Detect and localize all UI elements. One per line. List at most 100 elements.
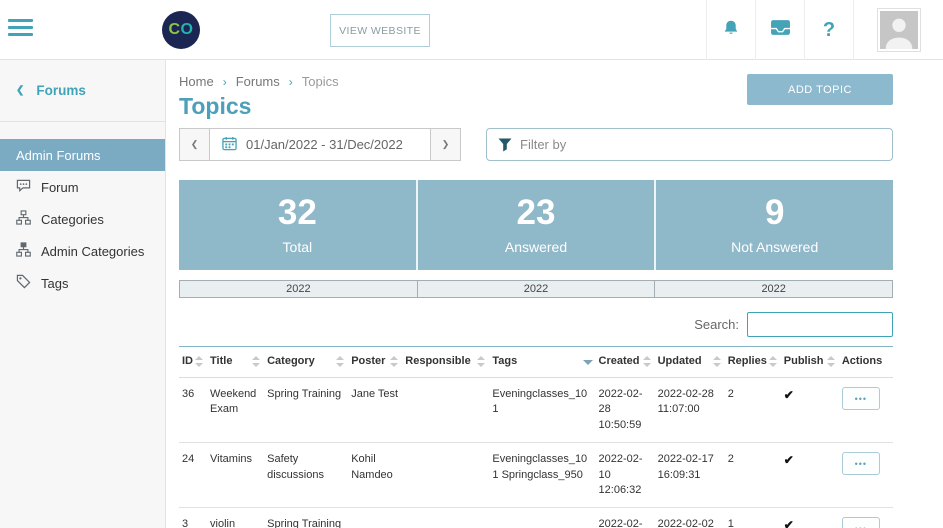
tags-icon <box>16 274 31 292</box>
sort-icon <box>477 356 486 367</box>
cell-poster: Jane Test <box>348 378 402 443</box>
inbox-icon <box>770 19 791 41</box>
sort-icon <box>252 356 261 367</box>
sort-icon <box>390 356 399 367</box>
stat-not-answered-label: Not Answered <box>731 239 818 255</box>
stat-not-answered: 9 Not Answered <box>654 180 893 270</box>
filter-input[interactable] <box>487 129 892 160</box>
column-header-id[interactable]: ID <box>179 347 207 378</box>
cell-tags <box>489 508 595 528</box>
logo-letter-c: C <box>168 21 180 39</box>
breadcrumb-home[interactable]: Home <box>179 74 214 89</box>
app-logo[interactable]: CO <box>162 11 200 49</box>
column-header-created[interactable]: Created <box>596 347 655 378</box>
date-prev-button[interactable]: ❮ <box>179 128 210 161</box>
help-icon: ? <box>823 19 835 42</box>
cell-created: 2022-02-02 11:35:18 <box>596 508 655 528</box>
sidebar-item-label: Admin Categories <box>41 244 144 259</box>
stat-answered-label: Answered <box>505 239 567 255</box>
breadcrumb-forums[interactable]: Forums <box>236 74 280 89</box>
date-range-display[interactable]: 01/Jan/2022 - 31/Dec/2022 <box>210 128 430 161</box>
column-header-replies[interactable]: Replies <box>725 347 781 378</box>
column-header-responsible[interactable]: Responsible <box>402 347 489 378</box>
cell-created: 2022-02-28 10:50:59 <box>596 378 655 443</box>
sidebar-item-tags[interactable]: Tags <box>0 267 165 299</box>
search-label: Search: <box>694 317 739 332</box>
publish-check-icon: ✔ <box>784 518 794 528</box>
sidebar-item-categories[interactable]: Categories <box>0 203 165 235</box>
notifications-button[interactable] <box>706 0 755 60</box>
column-header-title[interactable]: Title <box>207 347 264 378</box>
sidebar-item-label: Categories <box>41 212 104 227</box>
row-actions-button[interactable]: ••• <box>842 517 880 528</box>
stats-bar: 32 Total 23 Answered 9 Not Answered <box>179 180 893 270</box>
stat-answered: 23 Answered <box>416 180 655 270</box>
sort-icon <box>827 356 836 367</box>
chevron-right-icon: › <box>223 75 227 89</box>
cell-title: violin <box>207 508 264 528</box>
stat-total-value: 32 <box>278 195 317 230</box>
date-range-picker: ❮ 01/Jan/2022 - 31/Dec/2022 ❯ <box>179 128 461 161</box>
cell-tags: Eveningclasses_101 Springclass_950 <box>489 443 595 508</box>
topics-table: ID Title Category Poster Responsible Tag… <box>179 346 893 528</box>
sidebar-item-label: Forum <box>41 180 79 195</box>
bell-icon <box>722 19 740 42</box>
sidebar-item-label: Tags <box>41 276 68 291</box>
search-input[interactable] <box>747 312 893 337</box>
row-actions-button[interactable]: ••• <box>842 387 880 410</box>
cell-title: Vitamins <box>207 443 264 508</box>
breadcrumb-topics: Topics <box>302 74 339 89</box>
row-actions-button[interactable]: ••• <box>842 452 880 475</box>
date-next-button[interactable]: ❯ <box>430 128 461 161</box>
column-header-tags[interactable]: Tags <box>489 347 595 378</box>
cell-id: 3 <box>179 508 207 528</box>
calendar-icon <box>222 136 237 154</box>
publish-check-icon: ✔ <box>784 453 794 467</box>
app-window: CO VIEW WEBSITE ? <box>0 0 943 528</box>
table-row: 24 Vitamins Safety discussions Kohil Nam… <box>179 443 893 508</box>
chevron-left-icon: ❮ <box>191 139 199 150</box>
column-header-publish[interactable]: Publish <box>781 347 839 378</box>
stat-total-label: Total <box>283 239 313 255</box>
column-header-poster[interactable]: Poster <box>348 347 402 378</box>
table-row: 3 violin Spring Training 2022-02-02 11:3… <box>179 508 893 528</box>
filter-field <box>486 128 893 161</box>
user-menu-button[interactable] <box>853 0 943 60</box>
help-button[interactable]: ? <box>804 0 853 60</box>
cell-replies: 2 <box>725 443 781 508</box>
stats-year-row: 2022 2022 2022 <box>179 280 893 298</box>
cell-category: Spring Training <box>264 378 348 443</box>
view-website-button[interactable]: VIEW WEBSITE <box>330 14 430 47</box>
topbar-actions: ? <box>706 0 943 60</box>
sidebar-section-admin-forums[interactable]: Admin Forums <box>0 139 165 171</box>
cell-created: 2022-02-10 12:06:32 <box>596 443 655 508</box>
publish-check-icon: ✔ <box>784 388 794 402</box>
stat-not-answered-value: 9 <box>765 195 784 230</box>
column-header-updated[interactable]: Updated <box>655 347 725 378</box>
cell-id: 36 <box>179 378 207 443</box>
cell-publish: ✔ <box>781 378 839 443</box>
sidebar: ❮ Forums Admin Forums Forum Categories <box>0 60 166 528</box>
cell-actions: ••• <box>839 508 893 528</box>
inbox-button[interactable] <box>755 0 804 60</box>
cell-category: Spring Training <box>264 508 348 528</box>
sidebar-back-label: Forums <box>36 83 86 98</box>
stat-year: 2022 <box>654 281 892 297</box>
sort-icon <box>713 356 722 367</box>
cell-category: Safety discussions <box>264 443 348 508</box>
sort-icon <box>643 356 652 367</box>
stat-answered-value: 23 <box>517 195 556 230</box>
table-header-row: ID Title Category Poster Responsible Tag… <box>179 347 893 378</box>
column-header-category[interactable]: Category <box>264 347 348 378</box>
add-topic-button[interactable]: ADD TOPIC <box>747 74 893 105</box>
cell-tags: Eveningclasses_101 <box>489 378 595 443</box>
sidebar-item-admin-categories[interactable]: Admin Categories <box>0 235 165 267</box>
categories-icon <box>16 210 31 228</box>
avatar <box>877 8 921 52</box>
forum-icon <box>16 178 31 196</box>
menu-icon[interactable] <box>8 19 36 40</box>
sidebar-item-forum[interactable]: Forum <box>0 171 165 203</box>
logo-letter-o: O <box>181 21 194 39</box>
sidebar-back-forums[interactable]: ❮ Forums <box>0 60 165 122</box>
table-row: 36 Weekend Exam Spring Training Jane Tes… <box>179 378 893 443</box>
